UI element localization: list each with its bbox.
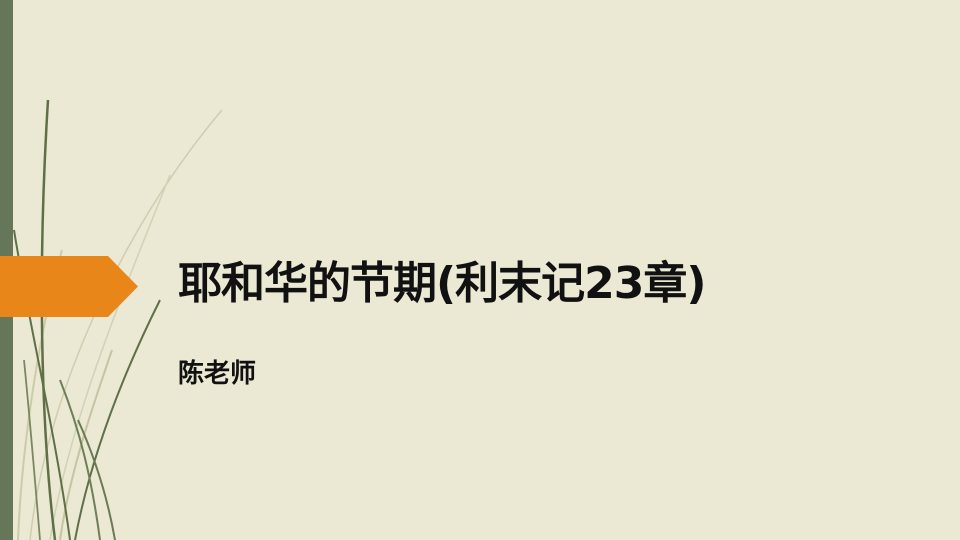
grass-blade-light-1 — [29, 109, 223, 540]
grass-blade-dark-1 — [40, 99, 57, 540]
accent-arrow — [0, 256, 138, 317]
grass-blade-dark-5 — [23, 359, 41, 540]
presenter-name: 陈老师 — [178, 359, 257, 389]
grass-blade-light-4 — [59, 349, 113, 540]
slide-title: 耶和华的节期(利末记23章) — [178, 258, 706, 309]
